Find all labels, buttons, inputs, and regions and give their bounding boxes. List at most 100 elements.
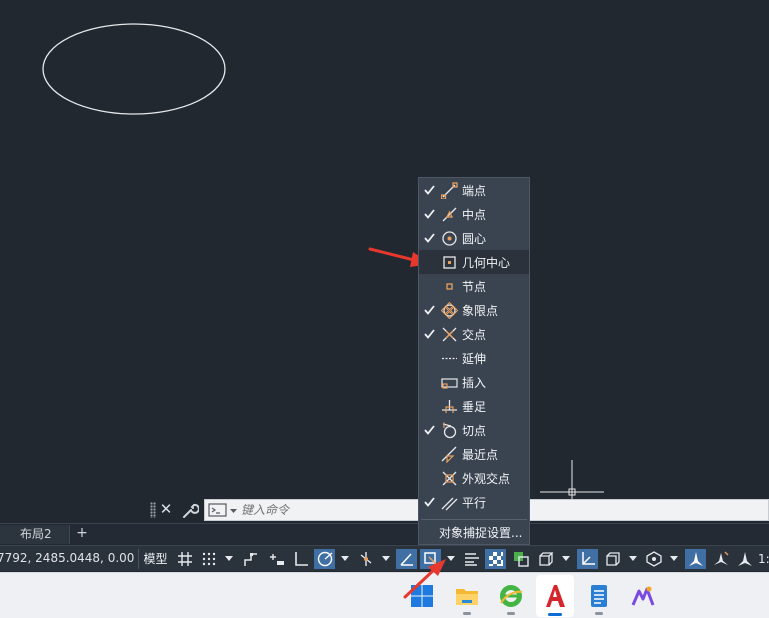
wrench-icon[interactable]: [181, 500, 200, 520]
checkmark-empty: [419, 370, 439, 394]
browser-running-indicator: [507, 612, 515, 615]
geometric-center-icon: [439, 250, 459, 274]
snap-menu-item[interactable]: 象限点: [419, 298, 529, 322]
extension-icon: [439, 346, 459, 370]
filter-dropdown-icon[interactable]: [627, 549, 639, 569]
grid-icon[interactable]: [174, 549, 195, 569]
transparency-icon[interactable]: [485, 549, 506, 569]
media-app-icon[interactable]: [628, 581, 658, 611]
dynamic-ucs-icon[interactable]: [577, 549, 598, 569]
parallel-icon: [439, 490, 459, 514]
checkmark-icon: [419, 202, 439, 226]
quadrant-icon: [439, 298, 459, 322]
gizmo-icon[interactable]: [643, 549, 664, 569]
checkmark-empty: [419, 346, 439, 370]
tangent-icon: [439, 418, 459, 442]
snap-menu-item-label: 交点: [462, 327, 487, 342]
annotation-scale-icon[interactable]: [734, 549, 755, 569]
node-icon: [439, 274, 459, 298]
isodraft-dropdown-icon[interactable]: [380, 549, 392, 569]
menu-separator: [421, 519, 527, 520]
checkmark-empty: [419, 442, 439, 466]
object-snap-dropdown-icon[interactable]: [445, 549, 457, 569]
autocad-running-indicator: [548, 613, 562, 616]
snap-menu-item[interactable]: 插入: [419, 370, 529, 394]
notepad-icon[interactable]: [584, 581, 614, 611]
infer-constraints-icon[interactable]: [240, 549, 261, 569]
taskbar: [0, 572, 769, 618]
snap-menu-item[interactable]: 外观交点: [419, 466, 529, 490]
object-snap-settings-item[interactable]: 对象捕捉设置...: [419, 521, 529, 545]
polar-dropdown-icon[interactable]: [339, 549, 351, 569]
checkmark-empty: [419, 250, 439, 274]
tab-layout2[interactable]: 布局2: [0, 525, 70, 544]
3d-snap-dropdown-icon[interactable]: [560, 549, 572, 569]
perpendicular-icon: [439, 394, 459, 418]
snap-menu-item-label: 象限点: [462, 303, 499, 318]
checkmark-icon: [419, 178, 439, 202]
auto-scale-icon[interactable]: [710, 549, 731, 569]
intersection-icon: [439, 322, 459, 346]
command-prompt-icon[interactable]: [208, 503, 240, 518]
checkmark-icon: [419, 298, 439, 322]
file-explorer-icon[interactable]: [452, 581, 482, 611]
model-space-button[interactable]: 模型: [138, 549, 172, 569]
snap-menu-item[interactable]: 交点: [419, 322, 529, 346]
selection-cycling-icon[interactable]: [510, 549, 531, 569]
snap-menu-item[interactable]: 圆心: [419, 226, 529, 250]
autocad-icon[interactable]: [540, 581, 570, 611]
ortho-mode-icon[interactable]: [290, 549, 311, 569]
snap-menu-item-label: 延伸: [462, 351, 487, 366]
snap-menu-item-label: 中点: [462, 207, 487, 222]
snap-menu-item[interactable]: 延伸: [419, 346, 529, 370]
snap-menu-item-label: 平行: [462, 495, 487, 510]
snap-menu-item[interactable]: 节点: [419, 274, 529, 298]
layout-tab-bar: 布局2 +: [0, 523, 769, 544]
snap-menu-item-label: 插入: [462, 375, 487, 390]
snap-menu-item-label: 圆心: [462, 231, 487, 246]
checkmark-icon: [419, 418, 439, 442]
apparent-intersection-icon: [439, 466, 459, 490]
gizmo-dropdown-icon[interactable]: [668, 549, 680, 569]
annotation-visibility-icon[interactable]: [685, 549, 706, 569]
status-bar: 7792, 2485.0448, 0.0000 模型: [0, 545, 769, 571]
coordinate-readout[interactable]: 7792, 2485.0448, 0.0000: [0, 546, 135, 571]
object-snap-tracking-icon[interactable]: [396, 549, 417, 569]
snap-menu-item[interactable]: 中点: [419, 202, 529, 226]
snap-menu-item-label: 垂足: [462, 399, 487, 414]
object-snap-menu: 端点中点圆心几何中心节点象限点交点延伸插入垂足切点最近点 外观交点平行对象捕捉设置…: [418, 177, 530, 545]
checkmark-empty: [419, 466, 439, 490]
snap-menu-item-label: 端点: [462, 183, 487, 198]
snap-menu-item[interactable]: 几何中心: [419, 250, 529, 274]
add-layout-button[interactable]: +: [72, 524, 92, 544]
snap-grid-icon[interactable]: [198, 549, 219, 569]
snap-dropdown-icon[interactable]: [223, 549, 235, 569]
3d-object-snap-icon[interactable]: [535, 549, 556, 569]
windows-start-icon[interactable]: [407, 581, 437, 611]
dynamic-input-icon[interactable]: [266, 549, 287, 569]
checkmark-empty: [419, 394, 439, 418]
snap-menu-item[interactable]: 最近点: [419, 442, 529, 466]
ellipse-shape[interactable]: [42, 23, 226, 115]
browser-icon[interactable]: [496, 581, 526, 611]
close-icon[interactable]: ✕: [159, 499, 173, 519]
polar-tracking-icon[interactable]: [314, 549, 335, 569]
snap-menu-item[interactable]: 切点: [419, 418, 529, 442]
snap-menu-item[interactable]: 端点: [419, 178, 529, 202]
isodraft-icon[interactable]: [355, 549, 376, 569]
lineweight-icon[interactable]: [461, 549, 482, 569]
snap-menu-item-label: 切点: [462, 423, 487, 438]
snap-menu-item[interactable]: 垂足: [419, 394, 529, 418]
snap-menu-item[interactable]: 平行: [419, 490, 529, 514]
scale-readout[interactable]: 1:: [758, 549, 769, 569]
object-snap-icon[interactable]: [420, 549, 441, 569]
drawing-canvas[interactable]: [0, 0, 769, 520]
endpoint-icon: [439, 178, 459, 202]
snap-menu-item-label: 几何中心: [462, 255, 511, 270]
insertion-icon: [439, 370, 459, 394]
selection-filter-icon[interactable]: [602, 549, 623, 569]
snap-menu-item-label: 节点: [462, 279, 487, 294]
grip-handle[interactable]: [150, 502, 156, 518]
midpoint-icon: [439, 202, 459, 226]
notepad-running-indicator: [595, 612, 603, 615]
